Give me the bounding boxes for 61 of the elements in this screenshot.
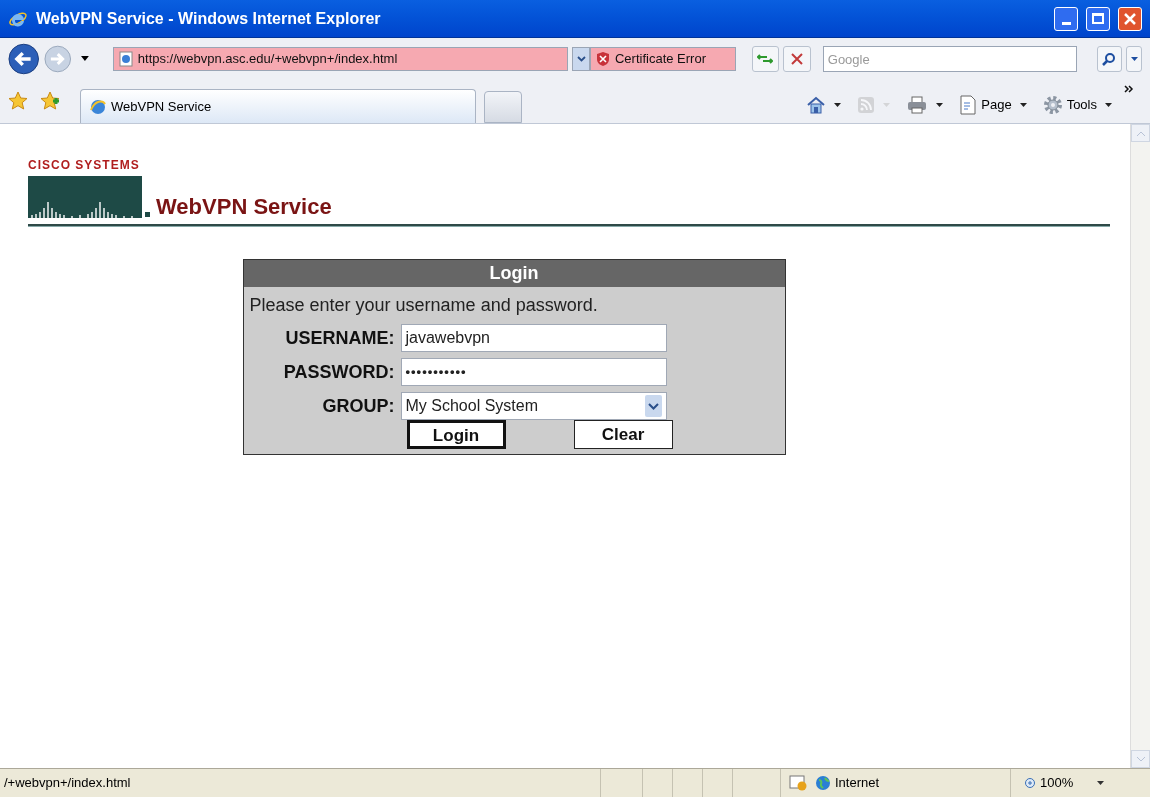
printer-icon xyxy=(906,95,929,115)
zoom-button[interactable]: 100% xyxy=(1010,769,1150,797)
window-title: WebVPN Service - Windows Internet Explorer xyxy=(36,8,382,29)
shield-icon xyxy=(594,51,611,67)
caret-icon xyxy=(1019,103,1027,107)
field-label: USERNAME: xyxy=(284,326,396,350)
gear-icon xyxy=(1042,95,1063,115)
print-button[interactable] xyxy=(906,95,944,115)
caret-icon xyxy=(1097,781,1105,785)
panel-title: Login xyxy=(243,260,785,287)
prompt-text: Please enter your username and password. xyxy=(248,294,599,317)
caret-icon[interactable] xyxy=(80,56,89,62)
globe-icon xyxy=(815,775,831,791)
form-button[interactable]: Clear xyxy=(573,420,673,449)
search-field[interactable]: Google xyxy=(822,46,1077,72)
close-button[interactable] xyxy=(1118,6,1142,31)
username-field[interactable]: javawebvpn xyxy=(400,324,667,352)
chevron-down-icon xyxy=(576,56,586,62)
minimize-button[interactable] xyxy=(1054,6,1078,31)
caret-icon xyxy=(644,395,662,417)
tools-menu[interactable]: Tools xyxy=(1042,95,1112,115)
status-text: /+webvpn+/index.html xyxy=(3,774,132,793)
star-icon[interactable] xyxy=(8,91,28,111)
certificate-error-button[interactable]: Certificate Error xyxy=(589,47,736,71)
refresh-arrows-icon xyxy=(757,52,774,66)
caret-icon xyxy=(936,103,944,107)
back-icon[interactable] xyxy=(8,43,40,75)
refresh-button[interactable] xyxy=(751,46,780,72)
page-heading: WebVPN Service xyxy=(156,196,332,218)
dropdown-button[interactable] xyxy=(572,47,590,71)
scrollbar[interactable] xyxy=(1130,124,1150,768)
browser-logo-icon xyxy=(89,97,107,116)
caret-icon xyxy=(1105,103,1112,107)
field-label: PASSWORD: xyxy=(282,360,396,384)
caret-icon xyxy=(1130,57,1138,61)
maximize-button[interactable] xyxy=(1086,6,1110,31)
field-label: GROUP: xyxy=(321,394,396,418)
group-dropdown[interactable]: My School System xyxy=(400,392,667,420)
brand-text: CISCO SYSTEMS xyxy=(28,158,141,172)
feed-icon xyxy=(857,96,876,114)
search-button[interactable] xyxy=(1096,46,1123,72)
page-icon xyxy=(117,51,134,67)
chevron-icon[interactable] xyxy=(1124,85,1134,93)
bridge-bars-logo-icon xyxy=(28,176,150,218)
form-button[interactable]: Login xyxy=(406,420,506,449)
search-icon xyxy=(1102,52,1117,66)
stop-icon xyxy=(791,53,803,65)
search-options-button[interactable] xyxy=(1126,46,1142,72)
page-icon xyxy=(959,95,978,115)
add-favorite-icon[interactable] xyxy=(40,91,60,111)
zone-text: Internet xyxy=(835,774,880,793)
browser-tab[interactable]: WebVPN Service xyxy=(80,89,476,123)
address-field[interactable]: https://webvpn.asc.edu/+webvpn+/index.html xyxy=(112,47,569,71)
zoom-icon xyxy=(1023,776,1036,790)
caret-icon xyxy=(834,103,842,107)
page-menu[interactable]: Page xyxy=(959,95,1027,115)
close-icon xyxy=(1123,11,1137,26)
stop-button[interactable] xyxy=(783,46,811,72)
house-icon xyxy=(806,95,827,115)
password-field[interactable]: ••••••••••• xyxy=(400,358,667,386)
home-button[interactable] xyxy=(806,95,842,115)
